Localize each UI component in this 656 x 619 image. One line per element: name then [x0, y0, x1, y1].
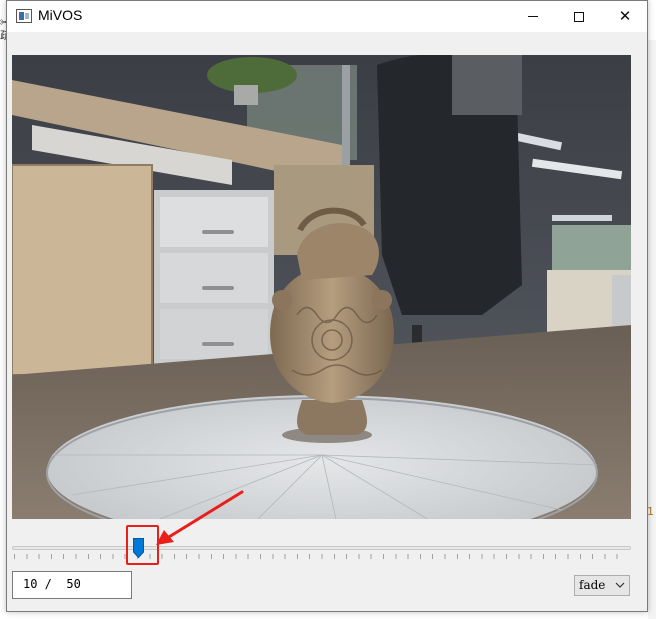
frame-slider[interactable] — [12, 534, 631, 564]
window-title: MiVOS — [38, 7, 83, 23]
close-icon: ✕ — [618, 7, 632, 25]
slider-groove — [12, 546, 631, 550]
background-app-char: 1 — [647, 505, 654, 518]
maximize-icon — [574, 11, 584, 22]
minimize-icon — [528, 16, 538, 17]
close-button[interactable]: ✕ — [602, 1, 648, 32]
video-frame-image — [12, 55, 631, 519]
app-window-icon — [16, 9, 32, 23]
frame-counter: 10 / 50 — [12, 571, 132, 599]
blend-mode-value: fade — [579, 578, 606, 592]
background-app-strip — [648, 40, 656, 619]
annotation-arrow-icon — [156, 490, 244, 545]
blend-mode-select[interactable]: fade — [574, 575, 630, 596]
slider-ticks — [14, 554, 629, 559]
title-bar[interactable]: MiVOS ✕ — [7, 1, 647, 32]
chevron-down-icon — [615, 582, 625, 588]
maximize-button[interactable] — [556, 1, 602, 32]
minimize-button[interactable] — [510, 1, 556, 32]
video-frame[interactable] — [12, 55, 631, 519]
